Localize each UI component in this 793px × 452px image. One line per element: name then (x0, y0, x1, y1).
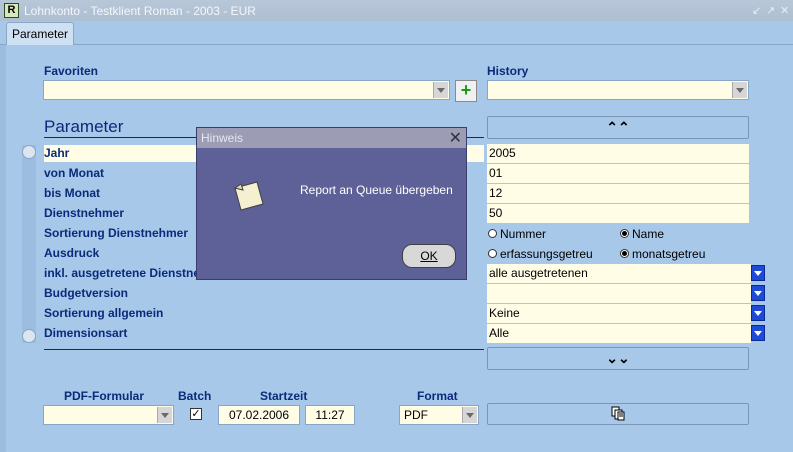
budgetversion-select[interactable] (487, 284, 751, 303)
pdf-formular-label: PDF-Formular (64, 389, 145, 403)
hinweis-dialog: Hinweis ✕ Report an Queue übergeben OK (196, 127, 467, 280)
close-window-icon[interactable]: ✕ (780, 4, 789, 17)
radio-name-label: Name (632, 227, 665, 241)
param-label-von-monat: von Monat (44, 166, 104, 180)
chevron-down-icon[interactable] (751, 285, 765, 301)
maximize-icon[interactable]: ↗ (766, 4, 775, 17)
section-divider-bottom (44, 349, 484, 350)
param-label-ausdruck: Ausdruck (44, 246, 100, 260)
bis-monat-field[interactable]: 12 (487, 184, 749, 203)
chevron-down-icon[interactable] (751, 265, 765, 281)
param-label-bis-monat: bis Monat (44, 186, 100, 200)
chevron-down-icon[interactable] (751, 305, 765, 321)
scroll-up-button[interactable] (22, 145, 36, 159)
history-label: History (487, 64, 529, 78)
app-icon: R (4, 3, 19, 18)
note-icon (233, 181, 264, 211)
radio-erfassungsgetreu[interactable] (488, 249, 497, 258)
radio-monatsgetreu-label: monatsgetreu (632, 247, 706, 261)
history-select[interactable] (487, 80, 749, 100)
dialog-titlebar: Hinweis ✕ (197, 128, 466, 148)
date-field[interactable]: 07.02.2006 (218, 405, 300, 425)
jahr-field[interactable]: 2005 (487, 144, 749, 163)
report-queue-icon (611, 406, 625, 421)
chevron-down-icon[interactable] (751, 325, 765, 341)
dienstnehmer-field[interactable]: 50 (487, 204, 749, 223)
param-label-budgetversion: Budgetversion (44, 286, 129, 300)
time-field[interactable]: 11:27 (305, 405, 355, 425)
add-favorite-button[interactable]: + (455, 80, 477, 102)
chevron-down-icon[interactable] (732, 82, 747, 98)
param-scrollbar[interactable] (22, 145, 36, 343)
startzeit-label: Startzeit (260, 389, 308, 403)
param-label-dimensionsart: Dimensionsart (44, 326, 128, 340)
radio-monatsgetreu[interactable] (620, 249, 629, 258)
favoriten-label: Favoriten (44, 64, 99, 78)
inkl-ausgetretene-select[interactable]: alle ausgetretenen (487, 264, 751, 283)
dialog-message: Report an Queue übergeben (300, 183, 453, 197)
chevron-down-icon[interactable] (462, 407, 477, 423)
param-label-dienstnehmer: Dienstnehmer (44, 206, 125, 220)
run-report-button[interactable] (487, 403, 749, 425)
param-label-jahr: Jahr (44, 146, 70, 160)
favoriten-select[interactable] (43, 80, 450, 100)
radio-nummer-label: Nummer (500, 227, 547, 241)
window-title: Lohnkonto - Testklient Roman - 2003 - EU… (24, 4, 256, 18)
tab-parameter[interactable]: Parameter (6, 22, 74, 45)
dimensionsart-select[interactable]: Alle (487, 324, 751, 343)
tab-strip (0, 21, 793, 45)
batch-label: Batch (178, 389, 212, 403)
param-label-sortierung-dn: Sortierung Dienstnehmer (44, 226, 189, 240)
dialog-title: Hinweis (201, 131, 244, 145)
radio-nummer[interactable] (488, 229, 497, 238)
pdf-formular-select[interactable] (43, 405, 174, 425)
expand-button[interactable]: ⌄⌄ (487, 347, 749, 370)
batch-checkbox[interactable]: ✓ (190, 408, 202, 420)
double-chevron-up-icon: ⌃⌃ (606, 119, 630, 135)
von-monat-field[interactable]: 01 (487, 164, 749, 183)
radio-name[interactable] (620, 229, 629, 238)
section-title: Parameter (44, 117, 124, 136)
panel-edge (0, 45, 6, 452)
scroll-down-button[interactable] (22, 329, 36, 343)
sortierung-allgemein-select[interactable]: Keine (487, 304, 751, 323)
format-label: Format (417, 389, 458, 403)
chevron-down-icon[interactable] (433, 82, 448, 98)
format-value: PDF (404, 408, 428, 422)
chevron-down-icon[interactable] (157, 407, 172, 423)
collapse-button[interactable]: ⌃⌃ (487, 116, 749, 139)
radio-erfassungsgetreu-label: erfassungsgetreu (500, 247, 593, 261)
window-titlebar: R Lohnkonto - Testklient Roman - 2003 - … (0, 0, 793, 21)
format-select[interactable]: PDF (399, 405, 479, 425)
dialog-close-icon[interactable]: ✕ (449, 128, 462, 148)
param-label-sortierung-allgemein: Sortierung allgemein (44, 306, 164, 320)
ok-button[interactable]: OK (402, 244, 456, 268)
minimize-icon[interactable]: ↙ (752, 4, 761, 17)
double-chevron-down-icon: ⌄⌄ (606, 350, 630, 366)
